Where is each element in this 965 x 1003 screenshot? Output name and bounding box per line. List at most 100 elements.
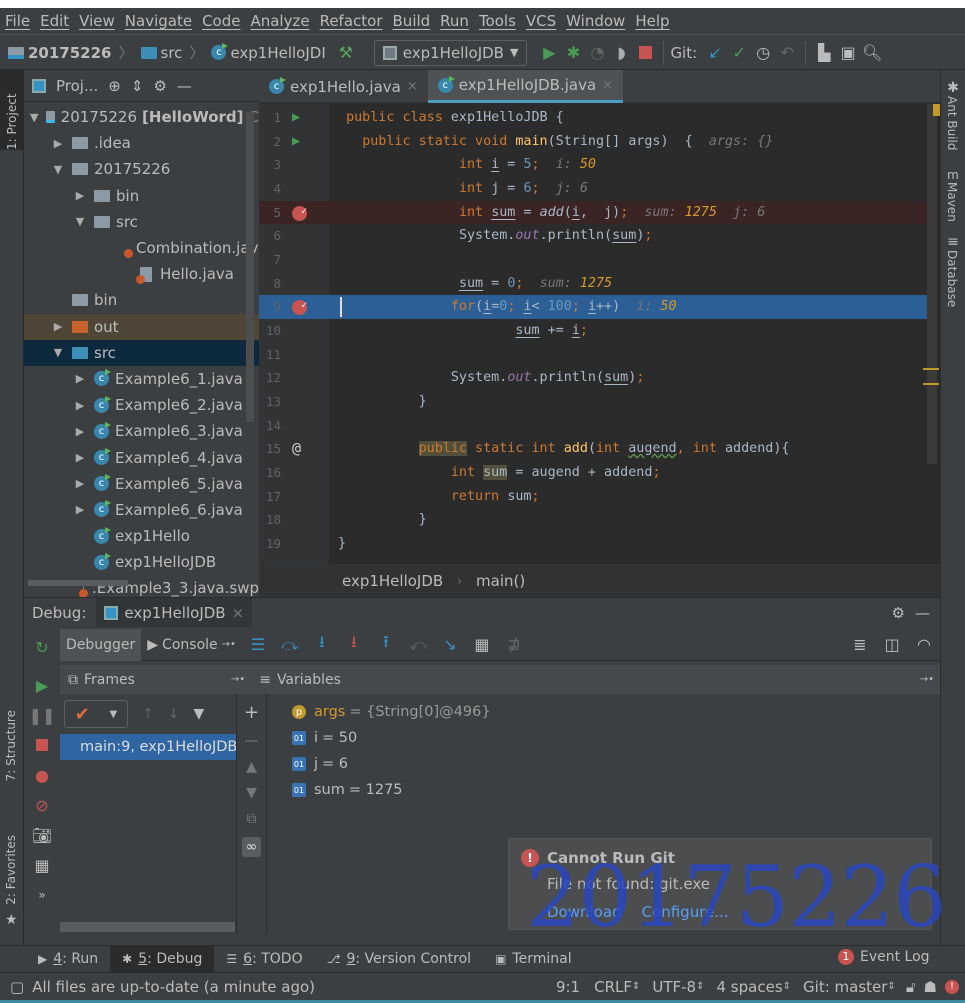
drop-frame-icon[interactable]: ⤺ <box>402 633 434 657</box>
tool-project[interactable]: 1: Project <box>0 70 23 150</box>
coverage-icon[interactable]: ◗ <box>609 41 633 65</box>
menu-tools[interactable]: Tools <box>474 12 521 30</box>
menu-file[interactable]: File <box>0 12 35 30</box>
project-view-select[interactable]: Proj... <box>56 77 98 95</box>
close-icon[interactable]: × <box>407 79 418 94</box>
hide-icon[interactable]: — <box>177 77 192 95</box>
variable-row[interactable]: 01 sum = 1275 <box>292 777 892 803</box>
debug-icon[interactable]: ✱ <box>561 41 585 65</box>
tree-item[interactable]: ▼20175226[HelloWord]C <box>24 104 259 130</box>
chevron-down-icon[interactable]: ▼ <box>30 111 38 124</box>
git-branch-select[interactable]: Git: master <box>803 978 887 996</box>
filter-icon[interactable]: ▼ <box>193 706 204 722</box>
menu-window[interactable]: Window <box>561 12 630 30</box>
bottom-tab[interactable]: ▣ Terminal <box>483 946 584 973</box>
configure-link[interactable]: Configure... <box>642 903 729 921</box>
chevron-right-icon[interactable]: ▶ <box>74 477 86 490</box>
code-line[interactable]: 10 sum += i; <box>259 319 927 343</box>
breadcrumb-method[interactable]: main() <box>476 572 525 590</box>
inspector-icon[interactable]: ☗ <box>924 978 937 996</box>
gear-icon[interactable]: ⚙ <box>892 604 905 622</box>
tool-favorites[interactable]: 2: Favorites <box>4 835 18 909</box>
restore-layout-icon[interactable]: ≣ <box>844 633 876 657</box>
chevron-right-icon[interactable]: ▶ <box>74 451 86 464</box>
profile-icon[interactable]: ◔ <box>585 41 609 65</box>
code-line[interactable]: 15 @ public static int add(int augend, in… <box>259 437 927 461</box>
tree-item[interactable]: ▼ 20175226 <box>24 156 259 182</box>
debug-session-tab[interactable]: exp1HelloJDB × <box>96 598 253 627</box>
tree-item[interactable]: ▶ c Example6_5.java <box>24 471 259 497</box>
remove-watch-icon[interactable]: — <box>245 733 259 749</box>
menu-refactor[interactable]: Refactor <box>315 12 388 30</box>
collapse-all-icon[interactable]: ⇕ <box>131 77 144 95</box>
run-anything-icon[interactable]: ▣ <box>836 41 860 65</box>
breakpoint-icon[interactable]: ✓ <box>292 205 307 221</box>
arrow-down-icon[interactable]: ↓ <box>168 706 180 722</box>
tree-scrollbar[interactable] <box>246 112 254 422</box>
menu-navigate[interactable]: Navigate <box>120 12 197 30</box>
variable-row[interactable]: p args = {String[0]@496} <box>292 699 892 725</box>
code-line[interactable]: 6 System.out.println(sum); <box>259 224 927 248</box>
line-separator-select[interactable]: CRLF <box>594 978 632 996</box>
code-line[interactable]: 4 int j = 6; j: 6 <box>259 177 927 201</box>
code-line[interactable]: 8 sum = 0; sum: 1275 <box>259 272 927 296</box>
tree-item[interactable]: ▶ c Example6_6.java <box>24 497 259 523</box>
run-to-cursor-icon[interactable]: ↘ <box>434 633 466 657</box>
chevron-right-icon[interactable]: ▶ <box>52 320 64 333</box>
nav-folder[interactable]: src <box>161 44 183 62</box>
project-structure-icon[interactable]: ▙ <box>812 41 836 65</box>
indent-select[interactable]: 4 spaces <box>717 978 783 996</box>
variable-row[interactable]: 01 j = 6 <box>292 751 892 777</box>
chevron-right-icon[interactable]: ▶ <box>74 189 86 202</box>
bottom-tab[interactable]: ⎇ 9: Version Control <box>315 946 483 973</box>
frames-hscrollbar[interactable] <box>60 922 235 932</box>
move-up-icon[interactable]: ▲ <box>246 759 257 775</box>
pin-icon[interactable]: →• <box>920 674 934 685</box>
run-gutter-icon[interactable]: ▶ <box>292 130 300 154</box>
menu-run[interactable]: Run <box>435 12 474 30</box>
chevron-down-icon[interactable]: ▼ <box>52 163 64 176</box>
tree-item[interactable]: ▶ c Example6_1.java <box>24 366 259 392</box>
variable-row[interactable]: 01 i = 50 <box>292 725 892 751</box>
breadcrumb-class[interactable]: exp1HelloJDB <box>342 572 443 590</box>
copy-icon[interactable]: ⧉ <box>247 811 257 827</box>
tree-item[interactable]: c exp1Hello <box>24 523 259 549</box>
frame-item[interactable]: main:9, exp1HelloJDB <box>60 734 236 760</box>
error-icon[interactable]: ! <box>945 979 959 994</box>
search-icon[interactable]: 🔍︎ <box>860 41 884 65</box>
menu-edit[interactable]: Edit <box>35 12 74 30</box>
step-into-icon[interactable]: ⭳ <box>306 632 338 657</box>
code-line[interactable]: 3 int i = 5; i: 50 <box>259 153 927 177</box>
tree-item[interactable]: ▶ out <box>24 313 259 340</box>
tree-item[interactable]: ▶ .idea <box>24 130 259 156</box>
menu-build[interactable]: Build <box>388 12 436 30</box>
code-line[interactable]: 2 ▶ public static void main(String[] args… <box>259 130 927 154</box>
tab-exp1hello-java[interactable]: c exp1Hello.java × <box>259 70 428 103</box>
bottom-tab[interactable]: ▶ 4: Run <box>26 946 110 973</box>
tree-item[interactable]: ▶ c Example6_3.java <box>24 418 259 444</box>
tree-item[interactable]: ▶ c Example6_2.java <box>24 392 259 418</box>
trace-icon[interactable]: ⋣ <box>498 633 530 657</box>
chevron-right-icon[interactable]: ▶ <box>74 399 86 412</box>
menu-vcs[interactable]: VCS <box>521 12 561 30</box>
resume-icon[interactable]: ▶ <box>30 673 54 697</box>
hide-icon[interactable]: — <box>915 604 930 622</box>
view-breakpoints-icon[interactable]: ● <box>30 763 54 787</box>
nav-file[interactable]: exp1HelloJDI <box>230 44 325 62</box>
menu-view[interactable]: View <box>74 12 120 30</box>
add-watch-icon[interactable]: + <box>244 702 259 723</box>
status-toggle-icon[interactable]: ▢ <box>10 978 24 996</box>
threads-icon[interactable]: ◫ <box>876 633 908 657</box>
move-down-icon[interactable]: ▼ <box>246 785 257 801</box>
event-log-tab[interactable]: 1 Event Log <box>838 949 930 965</box>
git-update-icon[interactable]: ↙ <box>703 41 727 65</box>
locate-icon[interactable]: ⊕ <box>108 77 121 95</box>
tree-item[interactable]: Combination.java <box>24 235 259 261</box>
force-step-into-icon[interactable]: ⭳ <box>338 632 370 657</box>
code-line[interactable]: 5 ✓ int sum = add(i, j); sum: 1275 j: 6 <box>259 200 927 225</box>
bottom-tab[interactable]: ☰ 6: TODO <box>214 946 314 973</box>
chevron-right-icon[interactable]: ▶ <box>74 425 86 438</box>
arrow-up-icon[interactable]: ↑ <box>142 706 154 722</box>
tab-exp1hellojdb-java[interactable]: c exp1HelloJDB.java × <box>427 70 624 103</box>
pin-icon[interactable]: →• <box>222 639 236 650</box>
